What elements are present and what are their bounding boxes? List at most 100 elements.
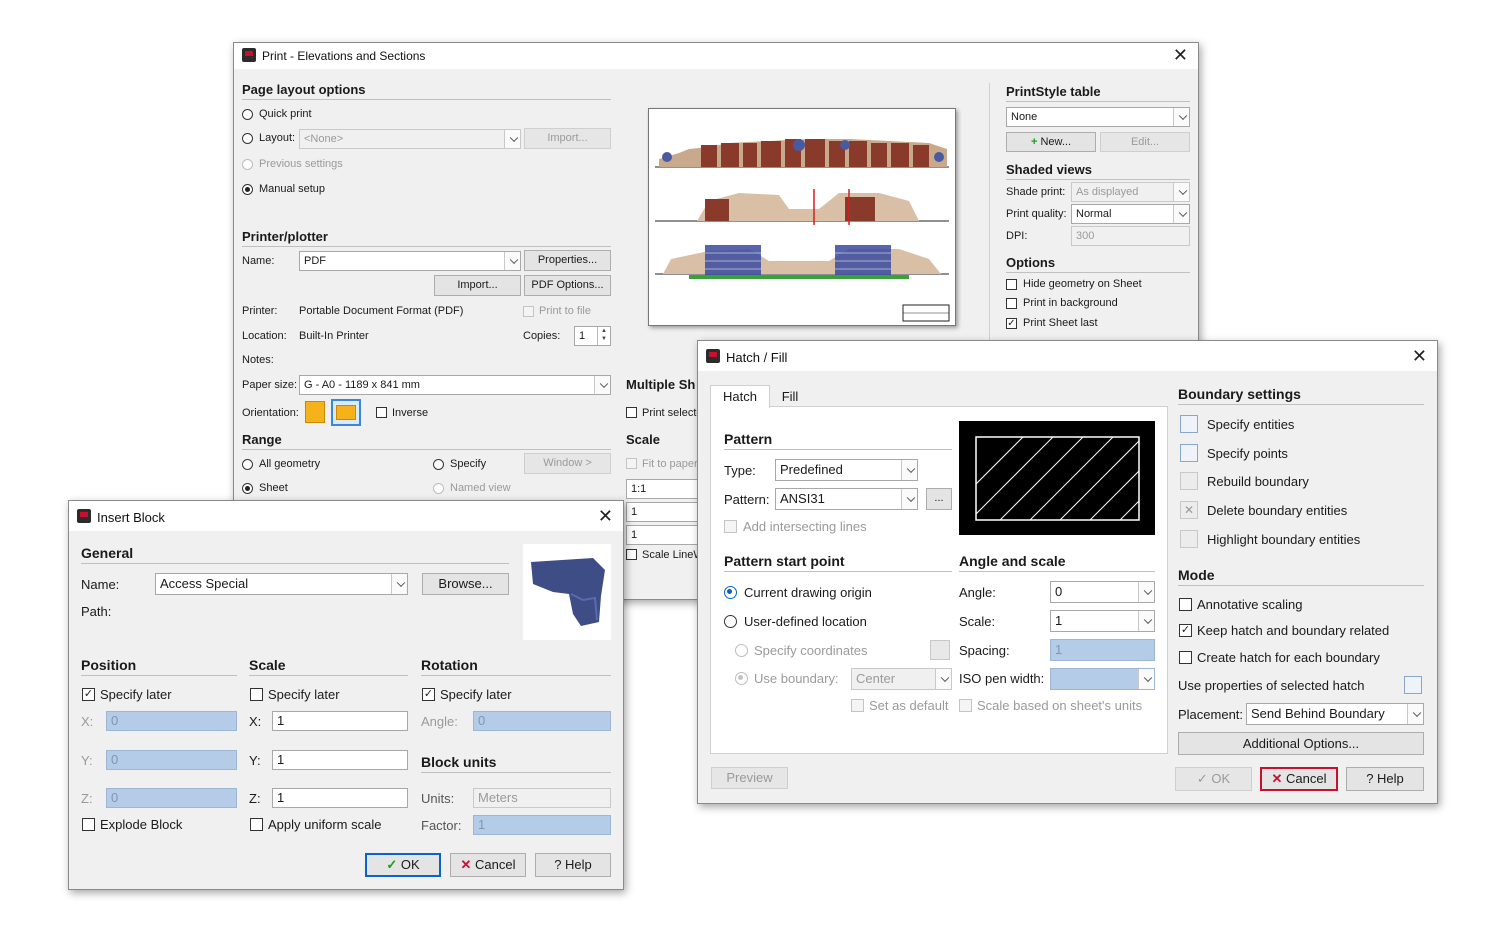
scale-sheet-units-checkbox[interactable] [959, 699, 972, 712]
mode-header: Mode [1178, 567, 1215, 583]
layout-radio[interactable] [242, 133, 253, 144]
close-icon[interactable]: ✕ [1173, 44, 1188, 66]
scale-y-field[interactable]: 1 [272, 750, 408, 770]
printer-name-select[interactable]: PDF [299, 251, 521, 271]
pattern-browse-button[interactable]: ... [926, 488, 952, 510]
close-icon[interactable]: ✕ [1412, 345, 1427, 367]
scale-field-2[interactable]: 1 [626, 525, 706, 545]
position-z-field[interactable]: 0 [106, 788, 237, 808]
placement-select[interactable]: Send Behind Boundary [1246, 703, 1424, 725]
type-select[interactable]: Predefined [775, 459, 918, 481]
tab-fill[interactable]: Fill [770, 387, 810, 407]
printstyle-edit-button[interactable]: Edit... [1100, 132, 1190, 152]
iso-pen-select[interactable] [1050, 668, 1155, 690]
hide-geometry-checkbox[interactable] [1006, 279, 1017, 290]
user-defined-radio[interactable] [724, 615, 737, 628]
properties-button[interactable]: Properties... [524, 250, 611, 271]
preview-button[interactable]: Preview [711, 767, 788, 789]
position-y-field[interactable]: 0 [106, 750, 237, 770]
insert-ok-button[interactable]: ✓ OK [365, 853, 441, 877]
scale-select[interactable]: 1 [1050, 610, 1155, 632]
quick-print-radio[interactable] [242, 109, 253, 120]
hatch-help-button[interactable]: ? Help [1346, 767, 1424, 791]
scale-ratio-select[interactable]: 1:1 [626, 479, 706, 499]
print-selected-checkbox[interactable] [626, 407, 637, 418]
hatch-cancel-button[interactable]: ✕ Cancel [1260, 767, 1338, 791]
pick-point-icon[interactable] [930, 640, 950, 660]
sheet-radio[interactable] [242, 483, 253, 494]
specify-radio[interactable] [433, 459, 444, 470]
rebuild-boundary-icon[interactable] [1180, 472, 1198, 490]
factor-field[interactable]: 1 [473, 815, 611, 835]
spinner-arrows-icon[interactable]: ▲ ▼ [597, 327, 610, 345]
print-to-file-checkbox[interactable] [523, 306, 534, 317]
fit-to-paper-checkbox[interactable] [626, 458, 637, 469]
printer-import-button[interactable]: Import... [434, 275, 521, 296]
paper-size-select[interactable]: G - A0 - 1189 x 841 mm [299, 375, 611, 395]
block-name-select[interactable]: Access Special [155, 573, 408, 595]
printstyle-select[interactable]: None [1006, 107, 1190, 127]
scale-z-field[interactable]: 1 [272, 788, 408, 808]
close-icon[interactable]: ✕ [598, 505, 613, 527]
units-field[interactable]: Meters [473, 788, 611, 808]
insert-help-button[interactable]: ? Help [535, 853, 611, 877]
window-button[interactable]: Window > [524, 453, 611, 474]
previous-settings-radio[interactable] [242, 159, 253, 170]
print-sheet-last-checkbox[interactable]: ✓ [1006, 318, 1017, 329]
specify-entities-label[interactable]: Specify entities [1207, 417, 1294, 432]
explode-block-checkbox[interactable] [82, 818, 95, 831]
uniform-scale-checkbox[interactable] [250, 818, 263, 831]
rotation-specify-later-checkbox[interactable]: ✓ [422, 688, 435, 701]
angle-select[interactable]: 0 [1050, 581, 1155, 603]
hatch-ok-button[interactable]: ✓ OK [1175, 767, 1252, 791]
help-label: Help [1377, 771, 1404, 786]
pdf-options-button[interactable]: PDF Options... [524, 275, 611, 296]
annotative-checkbox[interactable] [1179, 598, 1192, 611]
print-quality-select[interactable]: Normal [1071, 204, 1190, 224]
browse-button[interactable]: Browse... [422, 573, 509, 595]
all-geometry-radio[interactable] [242, 459, 253, 470]
scale-field-1[interactable]: 1 [626, 502, 706, 522]
set-default-checkbox[interactable] [851, 699, 864, 712]
landscape-orientation-button[interactable] [331, 399, 361, 426]
specify-coords-radio[interactable] [735, 644, 748, 657]
scale-specify-later-checkbox[interactable] [250, 688, 263, 701]
keep-related-checkbox[interactable]: ✓ [1179, 624, 1192, 637]
pattern-select[interactable]: ANSI31 [775, 488, 918, 510]
use-boundary-radio[interactable] [735, 672, 748, 685]
shade-print-select[interactable]: As displayed [1071, 182, 1190, 202]
named-view-radio[interactable] [433, 483, 444, 494]
copies-spinner[interactable]: 1 ▲ ▼ [574, 326, 611, 346]
layout-import-button[interactable]: Import... [524, 128, 611, 149]
manual-setup-radio[interactable] [242, 184, 253, 195]
highlight-boundary-label[interactable]: Highlight boundary entities [1207, 532, 1360, 547]
specify-points-icon[interactable] [1180, 444, 1198, 462]
layout-select[interactable]: <None> [299, 129, 521, 149]
specify-entities-icon[interactable] [1180, 415, 1198, 433]
position-x-field[interactable]: 0 [106, 711, 237, 731]
insert-cancel-button[interactable]: ✕ Cancel [450, 853, 526, 877]
dpi-field[interactable]: 300 [1071, 226, 1190, 246]
portrait-orientation-icon[interactable] [305, 401, 325, 423]
match-properties-icon[interactable] [1404, 676, 1422, 694]
scale-x-field[interactable]: 1 [272, 711, 408, 731]
inverse-checkbox[interactable] [376, 407, 387, 418]
rebuild-boundary-label[interactable]: Rebuild boundary [1207, 474, 1309, 489]
delete-boundary-label[interactable]: Delete boundary entities [1207, 503, 1347, 518]
highlight-boundary-icon[interactable] [1180, 530, 1198, 548]
print-background-checkbox[interactable] [1006, 298, 1017, 309]
scale-lineweights-checkbox[interactable] [626, 549, 637, 560]
ok-label: OK [1211, 771, 1231, 786]
delete-boundary-icon[interactable]: ✕ [1180, 501, 1198, 519]
each-boundary-checkbox[interactable] [1179, 651, 1192, 664]
rotation-angle-field[interactable]: 0 [473, 711, 611, 731]
add-intersecting-checkbox[interactable] [724, 520, 737, 533]
specify-points-label[interactable]: Specify points [1207, 446, 1288, 461]
additional-options-button[interactable]: Additional Options... [1178, 732, 1424, 755]
position-specify-later-checkbox[interactable]: ✓ [82, 688, 95, 701]
printstyle-new-button[interactable]: + New... [1006, 132, 1096, 152]
boundary-select[interactable]: Center [851, 668, 952, 690]
tab-hatch[interactable]: Hatch [710, 385, 770, 408]
spacing-field[interactable]: 1 [1050, 639, 1155, 661]
current-origin-radio[interactable] [724, 586, 737, 599]
